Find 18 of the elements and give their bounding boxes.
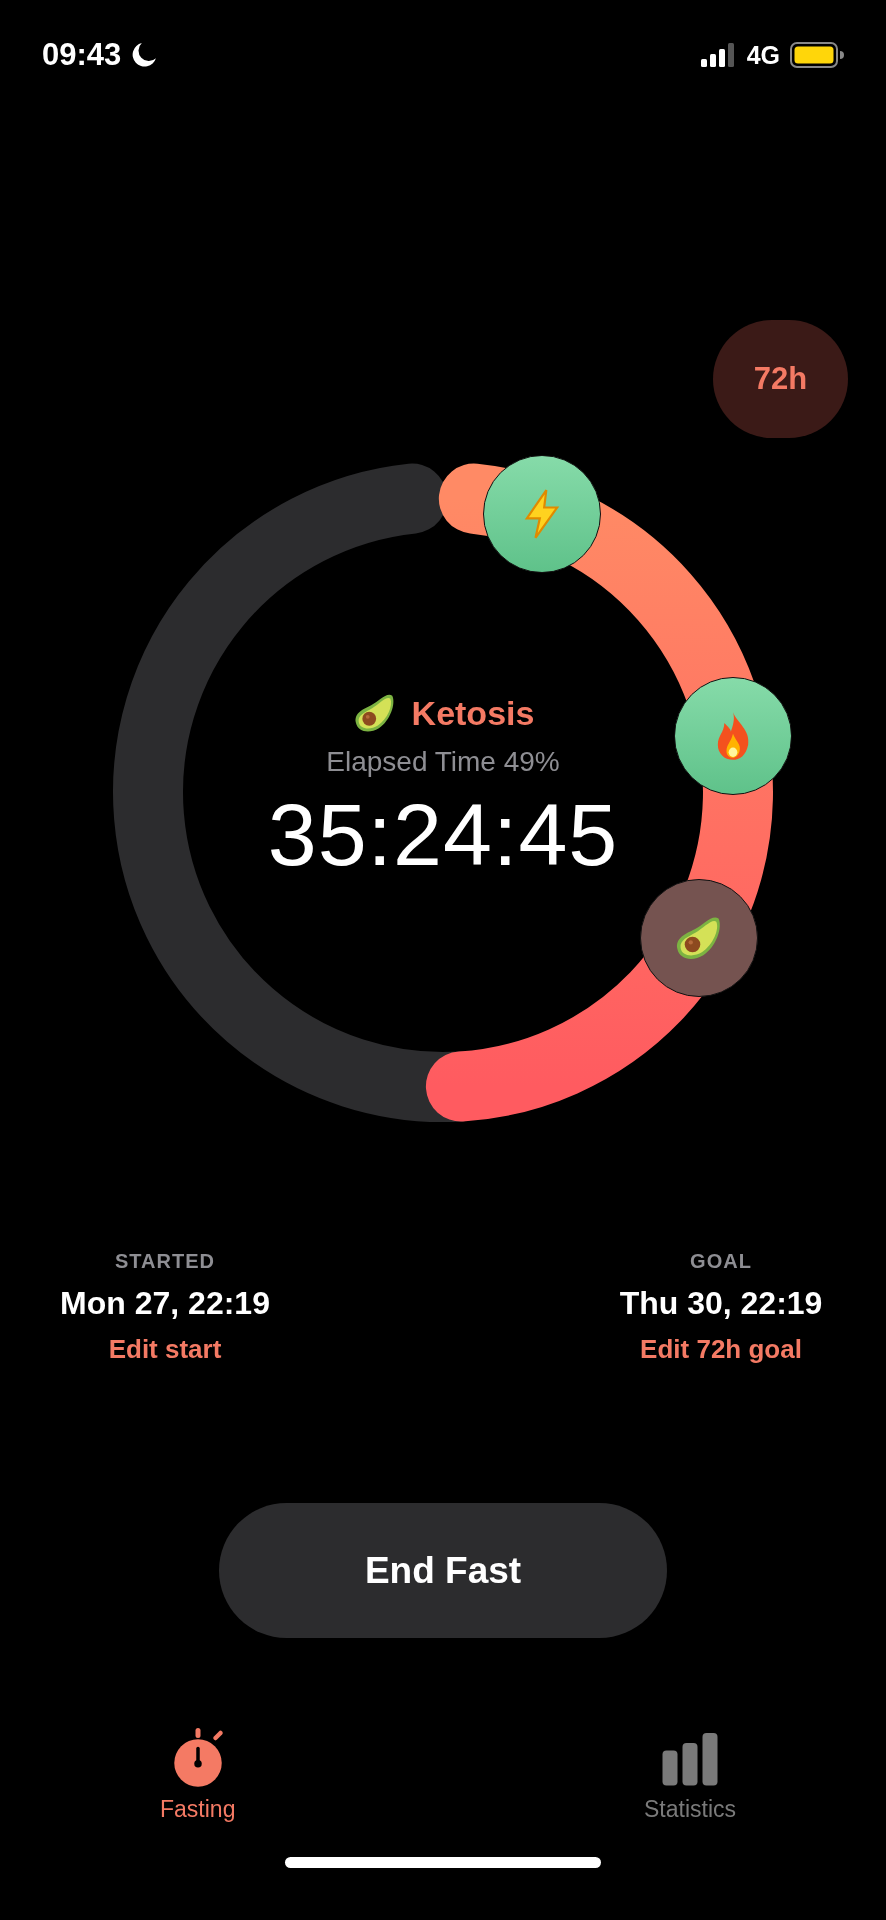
tab[interactable]: Statistics [643, 1728, 736, 1823]
battery-icon [790, 42, 844, 68]
end-fast-button[interactable]: End Fast [219, 1503, 667, 1638]
goal-badge[interactable]: 72h [713, 320, 848, 438]
elapsed-label: Elapsed Time 49% [326, 746, 560, 778]
goal-label: GOAL [690, 1250, 752, 1273]
signal-icon [700, 43, 737, 67]
network-label: 4G [746, 40, 780, 70]
tab[interactable]: Fasting [160, 1728, 236, 1823]
elapsed-timer: 35:24:45 [267, 784, 619, 886]
moon-icon [131, 42, 158, 68]
stage-name: Ketosis [411, 693, 535, 733]
start-time: Mon 27, 22:19 [60, 1285, 270, 1322]
goal-time: Thu 30, 22:19 [619, 1285, 823, 1322]
edit-start-link[interactable]: Edit start [108, 1334, 222, 1365]
started-label: STARTED [115, 1250, 215, 1273]
status-time: 09:43 [42, 37, 122, 73]
edit-goal-link[interactable]: Edit 72h goal [640, 1334, 802, 1365]
